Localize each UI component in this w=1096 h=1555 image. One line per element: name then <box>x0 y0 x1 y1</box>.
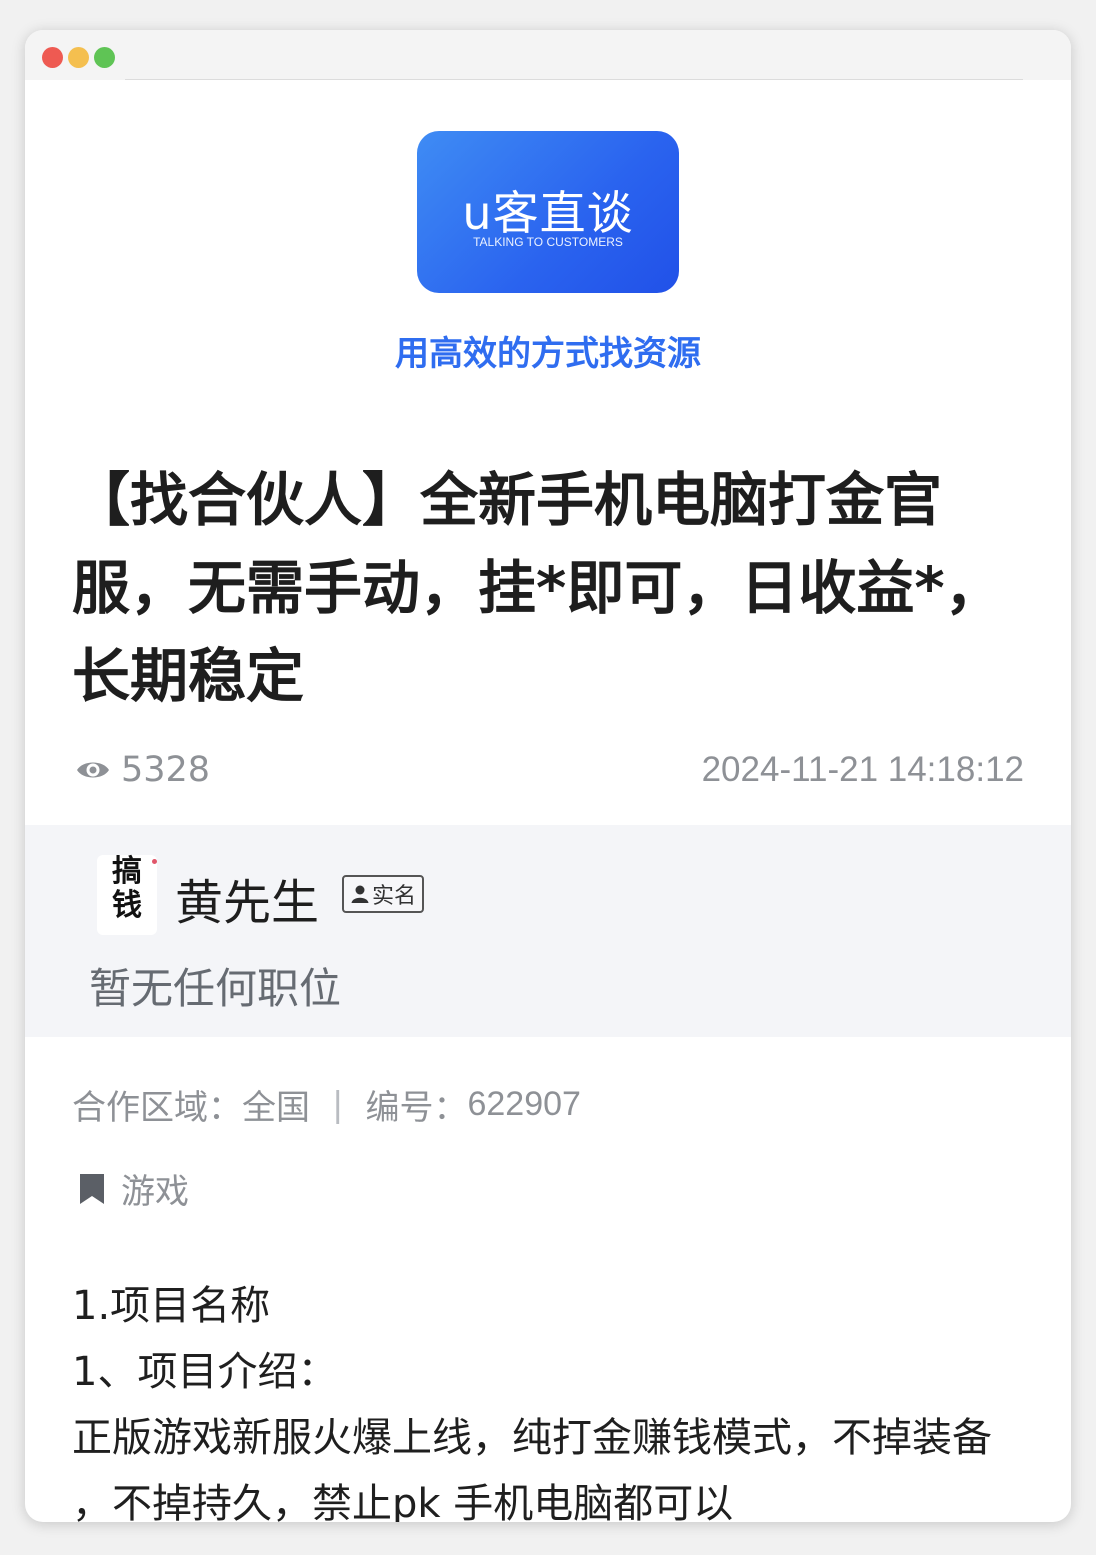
avatar[interactable]: 搞 钱 <box>97 855 157 935</box>
person-icon <box>351 885 369 903</box>
id-value: 622907 <box>467 1085 581 1123</box>
body-line-1: 1.项目名称 <box>72 1283 271 1329</box>
region-value: 全国 <box>242 1088 310 1128</box>
bookmark-icon <box>80 1173 104 1204</box>
close-window-button[interactable] <box>42 47 63 68</box>
author-position: 暂无任何职位 <box>89 964 342 1013</box>
minimize-window-button[interactable] <box>68 47 89 68</box>
view-count: 5328 <box>75 750 210 790</box>
avatar-text-line2: 钱 <box>112 888 142 923</box>
body-line-3: 正版游戏新服火爆上线，纯打金赚钱模式，不掉装备 ，不掉持久，禁止pk 手机电脑都… <box>72 1415 992 1522</box>
body-line-2: 1、项目介绍： <box>72 1349 338 1395</box>
app-logo: u客直谈 TALKING TO CUSTOMERS <box>417 131 679 293</box>
window-titlebar <box>25 30 1071 80</box>
tagline: 用高效的方式找资源 <box>395 334 701 374</box>
post-body: 1.项目名称 1、项目介绍： 正版游戏新服火爆上线，纯打金赚钱模式，不掉装备 ，… <box>72 1273 1032 1522</box>
logo-sub-text: TALKING TO CUSTOMERS <box>473 235 623 249</box>
post-meta: 5328 2024-11-21 14:18:12 <box>75 750 1024 794</box>
category-label: 游戏 <box>121 1172 189 1212</box>
verified-badge: 实名 <box>342 875 425 913</box>
view-count-value: 5328 <box>121 750 211 790</box>
cooperation-info: 合作区域： 全国 | 编号： 622907 <box>72 1080 581 1129</box>
verified-badge-label: 实名 <box>372 884 417 909</box>
region-label: 合作区域： <box>72 1088 242 1128</box>
avatar-text-line1: 搞 <box>112 854 142 889</box>
category-tag[interactable]: 游戏 <box>77 1164 189 1213</box>
avatar-decoration <box>152 859 157 864</box>
eye-icon <box>77 762 109 778</box>
post-title: 【找合伙人】全新手机电脑打金官服，无需手动，挂*即可，日收益*，长期稳定 <box>72 466 1003 710</box>
logo-main-text: u客直谈 <box>462 186 634 240</box>
author-card[interactable]: 搞 钱 黄先生 实名 暂无任何职位 <box>25 825 1071 1037</box>
id-label: 编号： <box>365 1088 468 1128</box>
info-separator: | <box>332 1084 344 1125</box>
author-name[interactable]: 黄先生 <box>175 863 319 933</box>
maximize-window-button[interactable] <box>94 47 115 68</box>
titlebar-divider <box>125 79 1023 80</box>
post-date: 2024-11-21 14:18:12 <box>701 750 1024 789</box>
browser-window: u客直谈 TALKING TO CUSTOMERS 用高效的方式找资源 【找合伙… <box>25 30 1071 1522</box>
